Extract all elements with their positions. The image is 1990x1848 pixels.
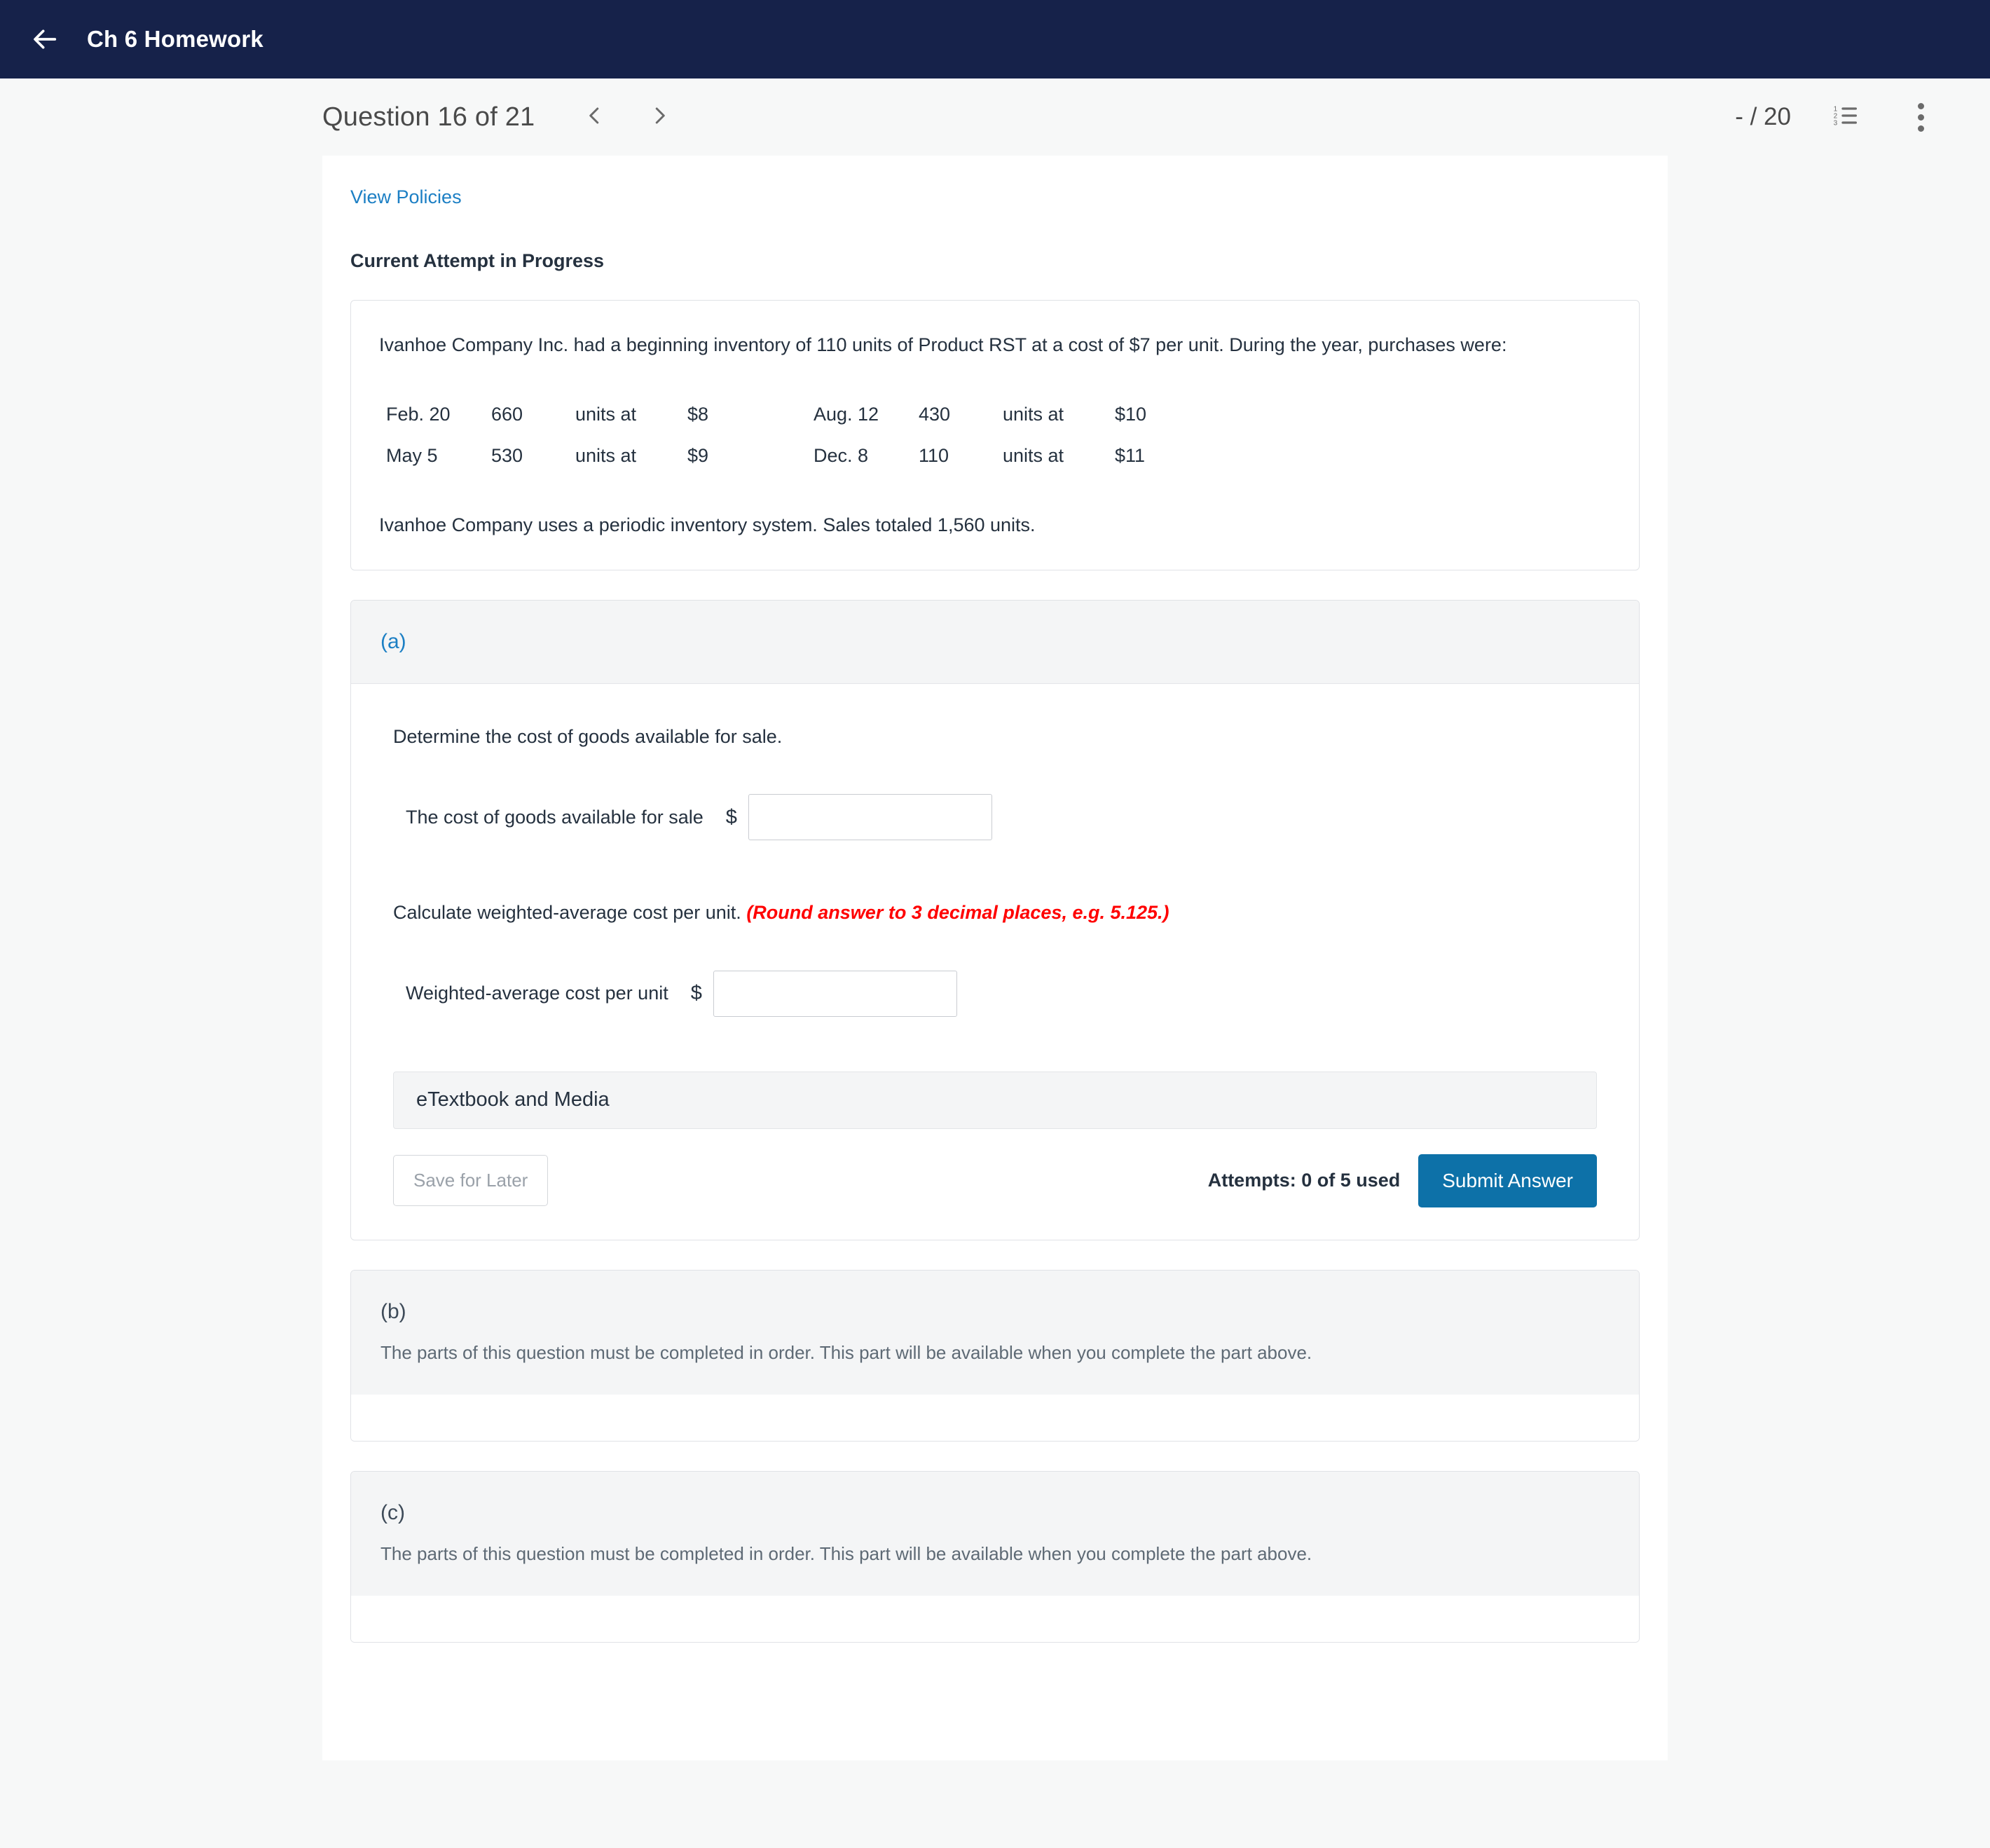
purchase-units-at: units at [575,404,637,425]
attempt-status-label: Current Attempt in Progress [350,250,605,271]
part-c-locked-message: The parts of this question must be compl… [351,1542,1639,1596]
purchase-date: Dec. 8 [814,445,869,467]
header-actions: - / 20 1 2 3 [1735,98,1940,136]
part-b-footer [351,1394,1639,1441]
svg-text:3: 3 [1834,119,1838,127]
weighted-average-answer-row: Weighted-average cost per unit $ [393,970,1597,1017]
purchase-quantity: 660 [491,404,523,425]
purchase-quantity: 110 [919,445,949,467]
part-b-locked-message: The parts of this question must be compl… [351,1341,1639,1395]
part-a-section: (a) Determine the cost of goods availabl… [350,600,1640,1240]
part-a-prompt-2-text: Calculate weighted-average cost per unit… [393,902,741,924]
attempts-counter: Attempts: 0 of 5 used [1207,1170,1401,1191]
purchase-units-at: units at [1003,445,1064,467]
purchase-date: Aug. 12 [814,404,879,425]
weighted-average-label: Weighted-average cost per unit [406,983,668,1004]
more-vertical-icon [1917,102,1924,132]
problem-closing-text: Ivanhoe Company uses a periodic inventor… [379,514,1036,536]
part-c-header: (c) [351,1471,1639,1543]
top-navigation-bar: Ch 6 Homework [0,0,1990,78]
rounding-instruction: (Round answer to 3 decimal places, e.g. … [746,902,1169,924]
table-row: May 5 530 units at $9 Dec. 8 110 units a… [386,435,1241,477]
previous-question-button[interactable] [577,99,613,135]
chevron-right-icon [649,105,670,130]
chevron-left-icon [584,105,605,130]
arrow-left-icon [32,25,60,53]
back-button[interactable] [29,23,62,55]
purchase-price: $10 [1115,404,1147,425]
cogs-label: The cost of goods available for sale [406,806,704,828]
part-a-actions: Save for Later Attempts: 0 of 5 used Sub… [393,1154,1597,1207]
cogs-answer-row: The cost of goods available for sale $ [393,794,1597,841]
purchase-units-at: units at [575,445,637,467]
part-c-letter: (c) [380,1500,405,1524]
next-question-button[interactable] [641,99,678,135]
problem-intro-text: Ivanhoe Company Inc. had a beginning inv… [379,334,1507,355]
weighted-average-currency-symbol: $ [690,982,702,1005]
etextbook-and-media-button[interactable]: eTextbook and Media [393,1071,1597,1129]
question-counter: Question 16 of 21 [322,102,535,132]
sheet-bottom-spacer [350,1642,1640,1748]
part-a-prompt-2: Calculate weighted-average cost per unit… [393,899,1597,926]
purchase-quantity: 530 [491,445,523,467]
part-b-section: (b) The parts of this question must be c… [350,1269,1640,1442]
submit-answer-button[interactable]: Submit Answer [1418,1154,1597,1207]
weighted-average-input[interactable] [713,970,957,1017]
part-a-prompt-1: Determine the cost of goods available fo… [393,726,783,748]
part-c-section: (c) The parts of this question must be c… [350,1470,1640,1643]
part-c-footer [351,1595,1639,1642]
table-row: Feb. 20 660 units at $8 Aug. 12 430 unit… [386,394,1241,435]
assignment-title: Ch 6 Homework [87,26,263,52]
save-for-later-button[interactable]: Save for Later [393,1155,549,1207]
question-content-sheet: View Policies Current Attempt in Progres… [322,156,1668,1760]
purchase-quantity: 430 [919,404,951,425]
more-options-button[interactable] [1902,98,1940,136]
part-b-letter: (b) [380,1299,406,1323]
part-a-letter: (a) [380,630,406,654]
purchase-price: $8 [687,404,709,425]
view-policies-link[interactable]: View Policies [350,156,462,208]
cogs-currency-symbol: $ [725,805,737,828]
purchase-price: $11 [1115,445,1146,467]
question-navigation [577,99,678,135]
purchases-table: Feb. 20 660 units at $8 Aug. 12 430 unit… [386,394,1241,477]
purchase-date: Feb. 20 [386,404,451,425]
problem-statement-card: Ivanhoe Company Inc. had a beginning inv… [350,300,1640,571]
question-header: Question 16 of 21 - / 20 1 2 3 [0,78,1990,156]
score-display: - / 20 [1735,103,1791,130]
cogs-input[interactable] [748,794,992,841]
purchase-date: May 5 [386,445,438,467]
part-a-body: Determine the cost of goods available fo… [351,684,1639,1239]
part-a-header: (a) [351,601,1639,685]
question-list-button[interactable]: 1 2 3 [1827,98,1865,136]
numbered-list-icon: 1 2 3 [1832,102,1860,133]
purchase-price: $9 [687,445,709,467]
purchase-units-at: units at [1003,404,1064,425]
part-b-header: (b) [351,1270,1639,1342]
